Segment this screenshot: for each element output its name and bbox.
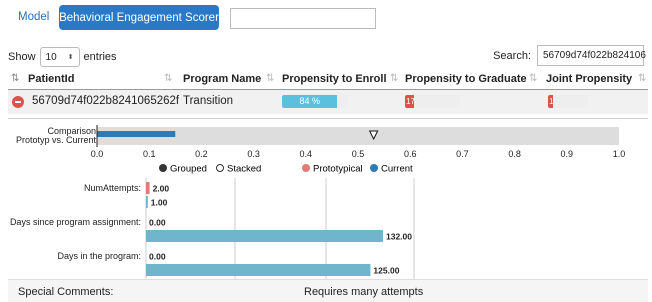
bar-value-label: 2.00 bbox=[153, 184, 170, 194]
remove-row-icon[interactable] bbox=[12, 96, 24, 108]
legend-prototypical: Prototypical bbox=[313, 164, 363, 175]
comparison-tick-label: 1.0 bbox=[613, 149, 626, 159]
legend-grouped[interactable]: Grouped bbox=[170, 164, 207, 175]
special-comments-value: Requires many attempts bbox=[304, 286, 424, 298]
bar-category-label: Days since program assignment: bbox=[10, 217, 141, 227]
sort-icon[interactable]: ⇅ bbox=[529, 73, 537, 84]
row-divider bbox=[8, 118, 648, 119]
header-joint[interactable]: Joint Propensity bbox=[546, 73, 632, 85]
legend-current: Current bbox=[381, 164, 413, 175]
search-area: Search: 56709d74f022b824106 bbox=[493, 45, 646, 66]
comparison-current-bar bbox=[97, 131, 176, 137]
bar-value-label: 0.00 bbox=[149, 218, 166, 228]
select-arrows-icon: ⬍ bbox=[67, 54, 74, 61]
enroll-progress-fill: 84 % bbox=[282, 95, 338, 108]
legend-stacked[interactable]: Stacked bbox=[227, 164, 261, 175]
graduate-progress: 17 bbox=[405, 95, 460, 108]
attempts-bar-chart: NumAttempts: 2.00 1.00 Days since program a… bbox=[10, 178, 415, 279]
comparison-chart: 0.0 0.1 0.2 0.3 0.4 0.5 0.6 0.7 0.8 0.9 1.0 bbox=[91, 125, 626, 159]
graduate-progress-fill: 17 bbox=[405, 95, 415, 108]
comparison-tick-label: 0.3 bbox=[247, 149, 260, 159]
comparison-tick-label: 0.4 bbox=[300, 149, 313, 159]
comparison-tick-label: 0.8 bbox=[508, 149, 521, 159]
bar-value-label: 125.00 bbox=[373, 266, 399, 276]
current-legend-dot bbox=[370, 164, 378, 172]
comparison-tick-label: 0.5 bbox=[352, 149, 365, 159]
comparison-tick-label: 0.1 bbox=[143, 149, 156, 159]
sort-icon[interactable]: ⇅ bbox=[638, 73, 646, 84]
sort-asc-icon[interactable]: ⇅ bbox=[11, 73, 19, 84]
header-enroll[interactable]: Propensity to Enroll bbox=[282, 73, 387, 85]
entries-select[interactable]: 10 ⬍ bbox=[39, 47, 80, 67]
grouped-radio-icon[interactable] bbox=[159, 164, 167, 172]
search-input[interactable]: 56709d74f022b824106 bbox=[537, 45, 646, 66]
stacked-radio-icon[interactable] bbox=[216, 164, 224, 172]
cell-patient-id: 56709d74f022b8241065262f bbox=[32, 95, 180, 107]
bar-value-label: 0.00 bbox=[149, 252, 166, 262]
cell-program: Transition bbox=[183, 95, 234, 107]
comparison-tick-label: 0.0 bbox=[91, 149, 104, 159]
search-label: Search: bbox=[493, 49, 531, 62]
show-label: Show bbox=[8, 51, 36, 63]
sort-icon[interactable]: ⇅ bbox=[266, 73, 274, 84]
enroll-progress: 84 % bbox=[282, 95, 348, 108]
current-bar bbox=[146, 196, 148, 208]
table-header: ⇅ PatientId ⇅ Program Name ⇅ Propensity … bbox=[8, 70, 648, 90]
header-program-name[interactable]: Program Name bbox=[183, 73, 261, 85]
special-comments-label: Special Comments: bbox=[18, 286, 114, 298]
top-text-input[interactable] bbox=[230, 8, 376, 29]
sort-icon[interactable]: ⇅ bbox=[164, 73, 172, 84]
bar-value-label: 1.00 bbox=[151, 198, 168, 208]
table-row: 56709d74f022b8241065262f Transition 84 %… bbox=[8, 90, 648, 114]
special-comments-row: Special Comments: Requires many attempts bbox=[8, 279, 648, 302]
entries-value: 10 bbox=[45, 51, 57, 63]
show-entries: Show 10 ⬍ entries bbox=[8, 47, 117, 67]
bar-category-label: NumAttempts: bbox=[84, 183, 141, 193]
tab-behavioral-engagement-scorer[interactable]: Behavioral Engagement Scorer bbox=[59, 5, 219, 30]
joint-progress-fill: 1 bbox=[548, 95, 554, 108]
bar-category-label: Days in the program: bbox=[57, 251, 141, 261]
prototypical-legend-dot bbox=[302, 164, 310, 172]
chart-legend: Grouped Stacked Prototypical Current bbox=[159, 164, 413, 175]
current-bar bbox=[146, 230, 383, 242]
comparison-tick-label: 0.9 bbox=[561, 149, 574, 159]
comparison-tick-label: 0.7 bbox=[456, 149, 469, 159]
tab-model[interactable]: Model bbox=[18, 11, 49, 23]
comparison-tick-label: 0.6 bbox=[404, 149, 417, 159]
sort-icon[interactable]: ⇅ bbox=[390, 73, 398, 84]
header-patient-id[interactable]: PatientId bbox=[28, 73, 74, 85]
comparison-tick-label: 0.2 bbox=[195, 149, 208, 159]
entries-label: entries bbox=[83, 51, 117, 63]
prototypical-bar bbox=[146, 182, 150, 194]
joint-progress: 1 bbox=[548, 95, 588, 108]
scorer-page: Model Behavioral Engagement Scorer Show … bbox=[0, 0, 652, 302]
header-graduate[interactable]: Propensity to Graduate bbox=[405, 73, 527, 85]
bar-value-label: 132.00 bbox=[386, 232, 412, 242]
current-bar bbox=[146, 264, 371, 276]
